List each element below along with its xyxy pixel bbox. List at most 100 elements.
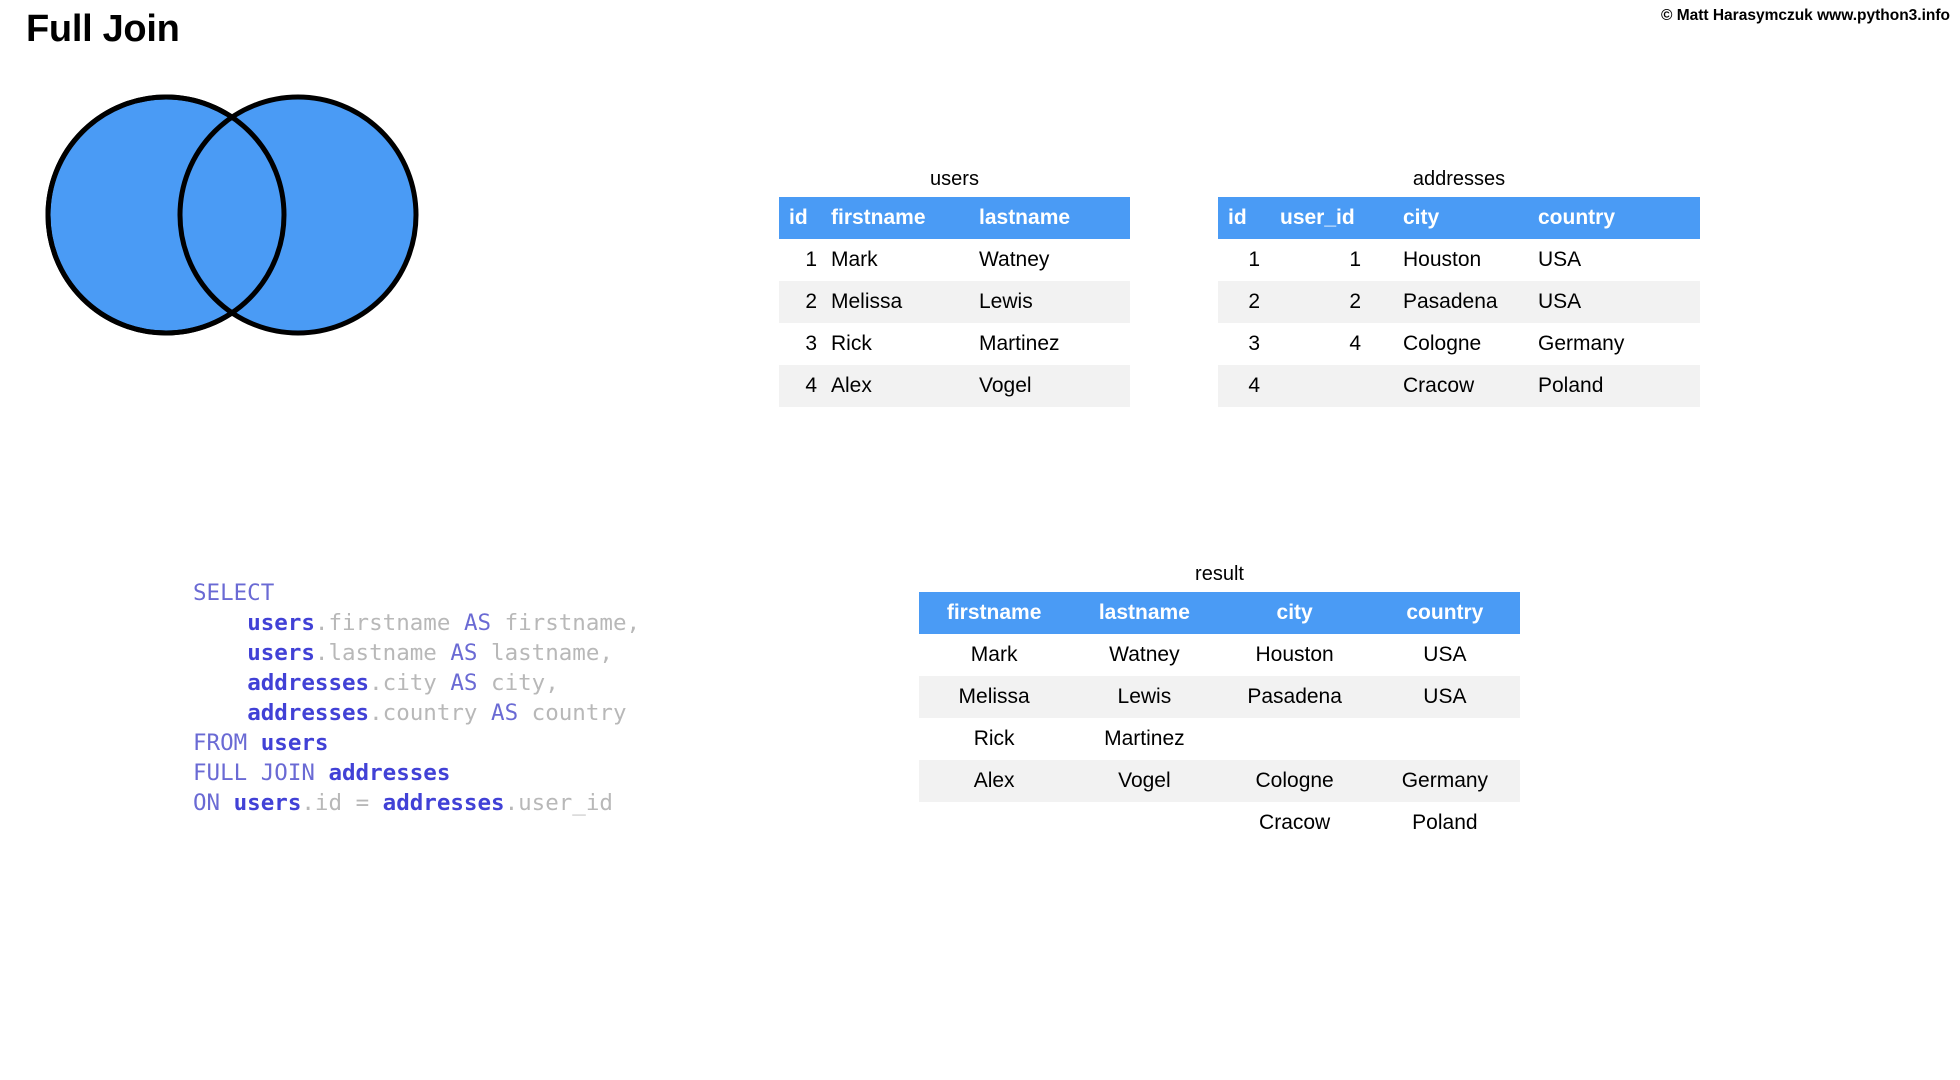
cell-city: Pasadena: [1403, 281, 1538, 323]
cell-city: Cracow: [1259, 811, 1331, 834]
cell-lastname: [1069, 802, 1219, 844]
cell-lastname: Watney: [1109, 643, 1180, 666]
cell-country: USA: [1423, 643, 1467, 666]
sql-field-firstname: .firstname: [314, 610, 451, 636]
sql-keyword-as: AS: [463, 610, 492, 636]
sql-field-user-id: .user_id: [504, 790, 613, 816]
cell-lastname: Lewis: [1069, 676, 1220, 718]
cell-firstname: Mark: [970, 643, 1018, 666]
cell-firstname: Melissa: [919, 676, 1070, 718]
cell-id: 2: [1218, 281, 1280, 323]
table-header-row: id firstname lastname: [779, 197, 1130, 239]
table-row: 1 1 Houston USA: [1218, 239, 1700, 281]
sql-keyword-as: AS: [450, 670, 478, 696]
cell-firstname: Rick: [973, 727, 1015, 750]
column-header-firstname: firstname: [831, 197, 979, 239]
cell-country: USA: [1369, 676, 1520, 718]
sql-alias-country: country: [531, 700, 627, 726]
cell-firstname: Rick: [831, 332, 872, 355]
users-table-block: users id firstname lastname 1 Mark Watne…: [779, 168, 1130, 407]
table-row: Mark Watney Houston USA: [919, 634, 1520, 676]
column-header-city: city: [1219, 592, 1370, 634]
cell-city: Cologne: [1403, 332, 1482, 355]
cell-id: 2: [779, 281, 831, 323]
result-table-caption: result: [1195, 563, 1244, 585]
column-header-lastname: lastname: [1069, 592, 1220, 634]
table-row: Melissa Lewis Pasadena USA: [919, 676, 1520, 718]
table-row: Cracow Poland: [919, 802, 1520, 844]
cell-firstname: Melissa: [831, 281, 979, 323]
cell-id: 4: [1218, 365, 1280, 407]
cell-firstname: [919, 802, 1069, 844]
table-row: 3 Rick Martinez: [779, 323, 1130, 365]
cell-id: 3: [805, 332, 817, 355]
table-row: 2 Melissa Lewis: [779, 281, 1130, 323]
cell-lastname: Martinez: [979, 332, 1060, 355]
cell-country: Poland: [1538, 365, 1700, 407]
table-row: Rick Martinez: [919, 718, 1520, 760]
users-table-caption: users: [930, 168, 979, 190]
sql-query-code: SELECT users.firstname AS firstname, use…: [193, 578, 640, 818]
cell-country: USA: [1538, 248, 1582, 271]
sql-alias-city: city,: [491, 670, 559, 696]
cell-user-id: [1280, 365, 1403, 407]
addresses-table: id user_id city country 1 1 Houston USA …: [1218, 197, 1700, 407]
cell-city: [1220, 718, 1370, 760]
sql-table-users: users: [233, 790, 302, 816]
cell-firstname: Alex: [919, 760, 1070, 802]
table-header-row: firstname lastname city country: [919, 592, 1520, 634]
cell-lastname: Vogel: [1069, 760, 1220, 802]
copyright-notice: © Matt Harasymczuk www.python3.info: [1660, 7, 1950, 24]
users-table: id firstname lastname 1 Mark Watney 2 Me…: [779, 197, 1130, 407]
sql-alias-lastname: lastname,: [491, 640, 613, 666]
cell-country: Germany: [1538, 332, 1625, 355]
sql-table-users: users: [247, 640, 315, 666]
table-row: 2 2 Pasadena USA: [1218, 281, 1700, 323]
column-header-user-id: user_id: [1280, 197, 1403, 239]
cell-firstname: Alex: [831, 365, 979, 407]
sql-table-addresses: addresses: [382, 790, 505, 816]
cell-country: Poland: [1412, 811, 1478, 834]
table-header-row: id user_id city country: [1218, 197, 1700, 239]
column-header-country: country: [1538, 197, 1700, 239]
table-row: 3 4 Cologne Germany: [1218, 323, 1700, 365]
cell-user-id: 4: [1349, 332, 1361, 355]
cell-city: Houston: [1403, 248, 1482, 271]
cell-lastname: Watney: [979, 248, 1050, 271]
cell-user-id: 1: [1349, 248, 1361, 271]
result-table: firstname lastname city country Mark Wat…: [919, 592, 1520, 844]
cell-firstname: Mark: [831, 248, 878, 271]
cell-lastname: Martinez: [1104, 727, 1185, 750]
cell-id: 1: [805, 248, 817, 271]
cell-country: Germany: [1369, 760, 1520, 802]
sql-keyword-select: SELECT: [193, 580, 275, 606]
sql-field-id: .id: [301, 790, 343, 816]
full-join-venn-diagram: [45, 94, 419, 336]
cell-city: Pasadena: [1219, 676, 1370, 718]
cell-country: [1370, 718, 1520, 760]
sql-alias-firstname: firstname,: [504, 610, 641, 636]
page-title: Full Join: [26, 8, 180, 50]
sql-table-users: users: [247, 610, 315, 636]
table-row: 4 Cracow Poland: [1218, 365, 1700, 407]
sql-table-addresses: addresses: [247, 670, 370, 696]
sql-table-addresses: addresses: [328, 760, 451, 786]
cell-city: Cologne: [1219, 760, 1370, 802]
addresses-table-block: addresses id user_id city country 1 1 Ho…: [1218, 168, 1700, 407]
table-row: 4 Alex Vogel: [779, 365, 1130, 407]
cell-city: Cracow: [1403, 365, 1538, 407]
sql-field-city: .city: [369, 670, 437, 696]
sql-field-lastname: .lastname: [314, 640, 437, 666]
cell-lastname: Vogel: [979, 365, 1130, 407]
sql-keyword-full-join: FULL JOIN: [193, 760, 315, 786]
venn-right-circle: [177, 94, 419, 336]
cell-country: USA: [1538, 281, 1700, 323]
sql-keyword-from: FROM: [193, 730, 248, 756]
table-row: Alex Vogel Cologne Germany: [919, 760, 1520, 802]
column-header-lastname: lastname: [979, 197, 1130, 239]
addresses-table-caption: addresses: [1412, 168, 1506, 190]
result-table-block: result firstname lastname city country M…: [919, 563, 1520, 844]
column-header-city: city: [1403, 197, 1538, 239]
sql-keyword-as: AS: [450, 640, 478, 666]
sql-field-country: .country: [369, 700, 478, 726]
